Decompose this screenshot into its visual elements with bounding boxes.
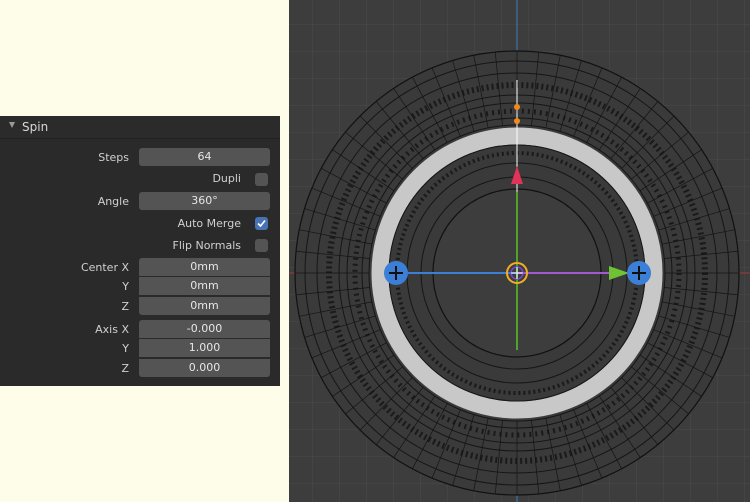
collapse-triangle-icon[interactable] — [9, 122, 15, 128]
auto-merge-label: Auto Merge — [177, 217, 241, 230]
steps-field[interactable]: 64 — [139, 148, 270, 166]
angle-field[interactable]: 360° — [139, 192, 270, 210]
axis-z-label: Z — [121, 362, 129, 375]
auto-merge-checkbox[interactable] — [255, 217, 268, 230]
center-z-field[interactable]: 0mm — [139, 297, 270, 315]
orange-handle-bottom[interactable] — [514, 118, 520, 124]
center-x-field[interactable]: 0mm — [139, 258, 270, 276]
panel-title: Spin — [22, 120, 49, 134]
axis-x-label: Axis X — [95, 323, 129, 336]
viewport-canvas[interactable] — [289, 0, 750, 502]
spin-operator-panel: Spin Steps 64 Dupli Angle 360° Auto Merg… — [0, 116, 280, 386]
dupli-label: Dupli — [212, 172, 241, 185]
axis-y-field[interactable]: 1.000 — [139, 339, 270, 357]
axis-z-field[interactable]: 0.000 — [139, 359, 270, 377]
center-y-label: Y — [122, 280, 129, 293]
orange-handle-top[interactable] — [514, 104, 520, 110]
flip-normals-label: Flip Normals — [172, 239, 241, 252]
flip-normals-checkbox[interactable] — [255, 239, 268, 252]
axis-x-field[interactable]: -0.000 — [139, 320, 270, 338]
angle-label: Angle — [97, 195, 129, 208]
center-x-label: Center X — [80, 261, 129, 274]
checkmark-icon — [257, 219, 266, 228]
3d-viewport[interactable] — [289, 0, 750, 502]
spin-gizmo-left-handle-icon[interactable] — [384, 261, 408, 285]
spin-gizmo-right-handle-icon[interactable] — [627, 261, 651, 285]
dupli-checkbox[interactable] — [255, 173, 268, 186]
axis-y-label: Y — [122, 342, 129, 355]
panel-header[interactable]: Spin — [0, 116, 280, 139]
center-y-field[interactable]: 0mm — [139, 277, 270, 295]
steps-label: Steps — [98, 151, 129, 164]
center-z-label: Z — [121, 300, 129, 313]
